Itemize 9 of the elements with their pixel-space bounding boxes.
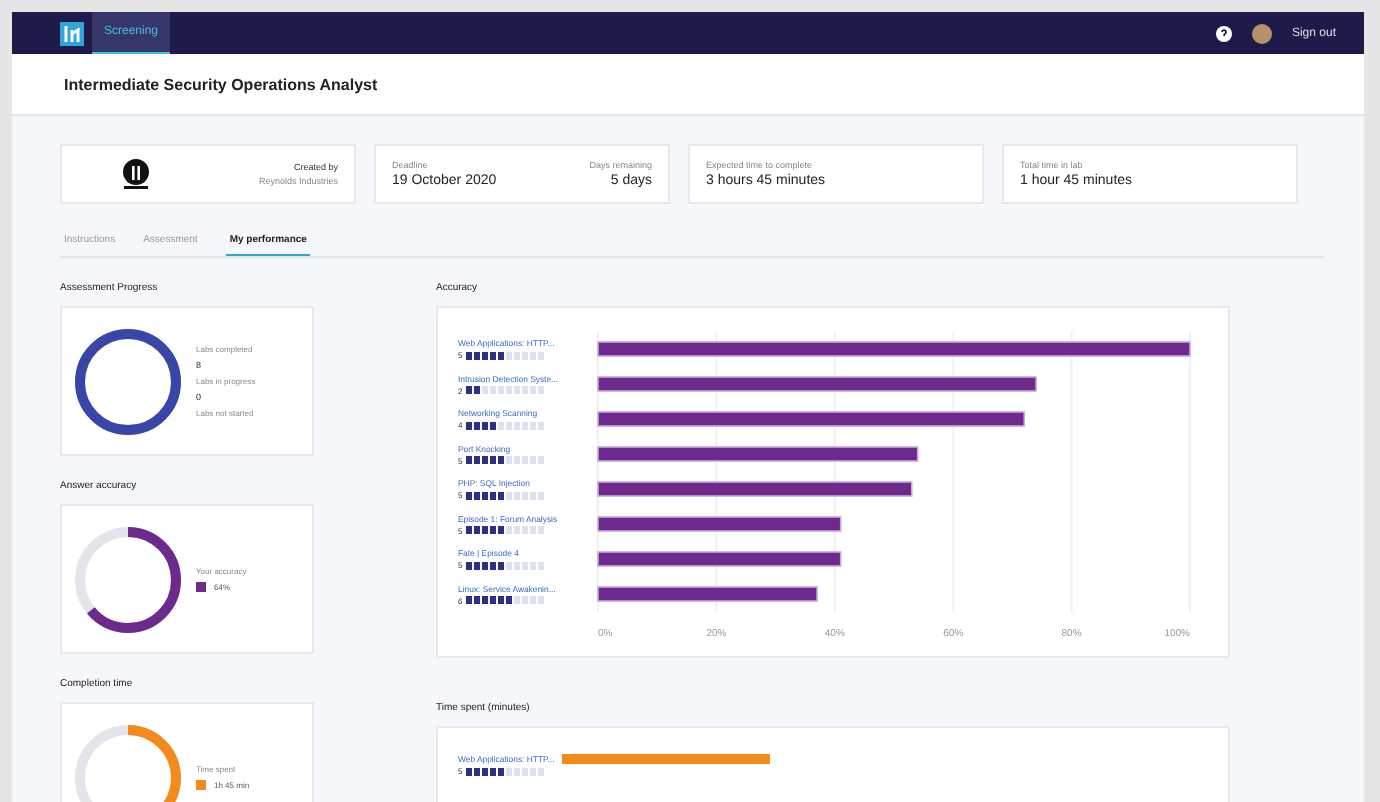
donut-chart-drawing — [75, 526, 181, 632]
help-icon[interactable] — [1215, 25, 1232, 41]
avatar-icon[interactable] — [1251, 23, 1272, 43]
page-title: Intermediate Security Operations Analyst — [64, 75, 378, 93]
logo-icon — [60, 21, 84, 45]
donut-chart-drawing — [75, 328, 181, 434]
legend-swatch — [196, 582, 206, 592]
organization-logo-icon — [122, 158, 150, 190]
legend-swatch — [196, 780, 206, 790]
